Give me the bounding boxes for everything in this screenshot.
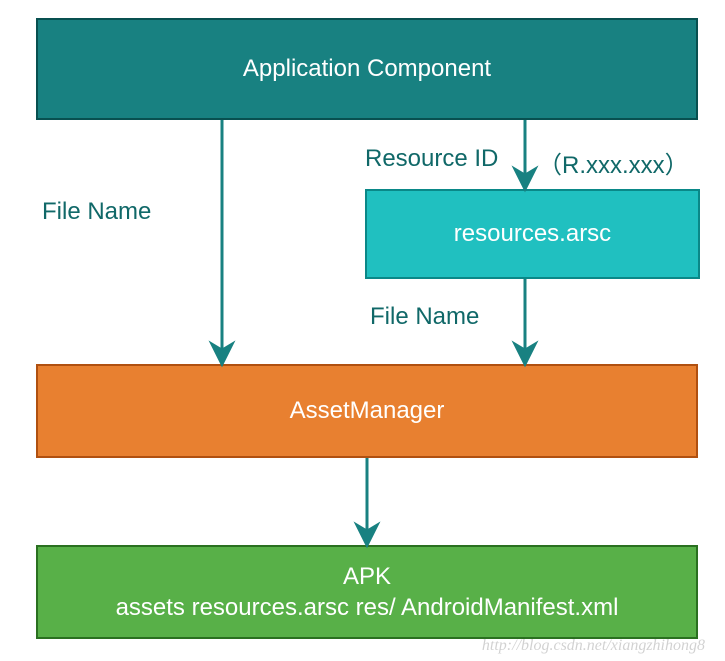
application-component-label: Application Component	[243, 55, 491, 83]
watermark-text: http://blog.csdn.net/xiangzhihong8	[482, 637, 705, 655]
application-component-box: Application Component	[36, 18, 698, 120]
asset-manager-box: AssetManager	[36, 364, 698, 458]
resource-id-label: Resource ID	[365, 145, 498, 173]
r-xxx-label: （R.xxx.xxx）	[538, 145, 689, 180]
apk-contents: assets resources.arsc res/ AndroidManife…	[116, 592, 619, 623]
file-name-left-label: File Name	[42, 198, 151, 226]
resources-arsc-box: resources.arsc	[365, 189, 700, 279]
apk-box: APK assets resources.arsc res/ AndroidMa…	[36, 545, 698, 639]
file-name-mid-label: File Name	[370, 303, 479, 331]
apk-title: APK	[343, 561, 391, 592]
asset-manager-label: AssetManager	[290, 397, 445, 425]
resources-arsc-label: resources.arsc	[454, 220, 611, 248]
